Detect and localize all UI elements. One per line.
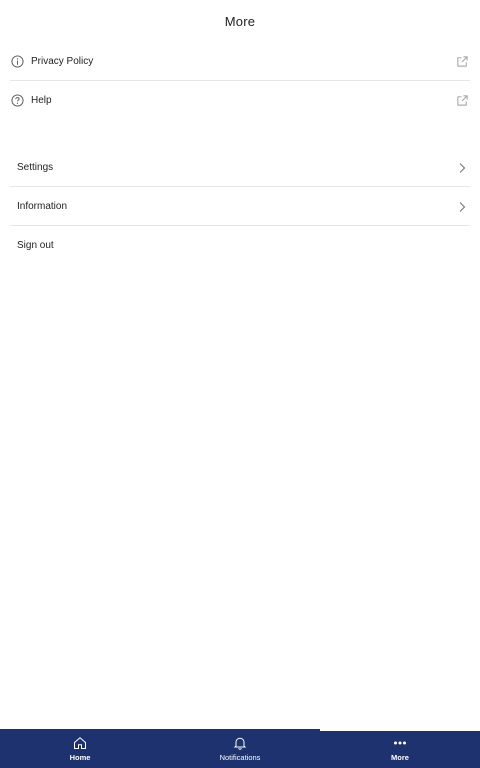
bell-icon xyxy=(233,737,247,750)
tab-home-label: Home xyxy=(69,753,91,762)
help-link[interactable]: Help xyxy=(10,81,470,120)
chevron-right-icon xyxy=(457,200,467,212)
privacy-policy-label: Privacy Policy xyxy=(31,55,94,67)
external-link-icon xyxy=(456,55,469,68)
tab-home[interactable]: Home xyxy=(0,729,160,768)
bottom-tab-bar: Home Notifications More xyxy=(0,729,480,768)
information-label: Information xyxy=(17,200,68,212)
tab-notifications[interactable]: Notifications xyxy=(160,729,320,768)
help-circle-icon xyxy=(10,94,24,108)
sign-out-label: Sign out xyxy=(17,240,54,251)
help-label: Help xyxy=(31,95,52,106)
privacy-policy-link[interactable]: Privacy Policy xyxy=(10,42,470,81)
settings-list: Settings Information Sign out xyxy=(10,148,470,265)
settings-label: Settings xyxy=(17,161,54,173)
header: More xyxy=(0,0,480,42)
chevron-right-icon xyxy=(457,161,467,173)
page-title: More xyxy=(224,13,256,29)
active-tab-indicator xyxy=(320,729,480,731)
tab-notifications-label: Notifications xyxy=(219,753,261,762)
external-link-icon xyxy=(456,94,469,107)
sign-out-item[interactable]: Sign out xyxy=(10,226,470,265)
tab-more[interactable]: More xyxy=(320,729,480,768)
home-icon xyxy=(74,737,86,749)
external-links-list: Privacy Policy Help xyxy=(10,42,470,120)
settings-item[interactable]: Settings xyxy=(10,148,470,187)
more-horizontal-icon xyxy=(394,741,406,745)
info-icon xyxy=(10,54,24,68)
tab-more-label: More xyxy=(391,753,409,762)
information-item[interactable]: Information xyxy=(10,187,470,226)
